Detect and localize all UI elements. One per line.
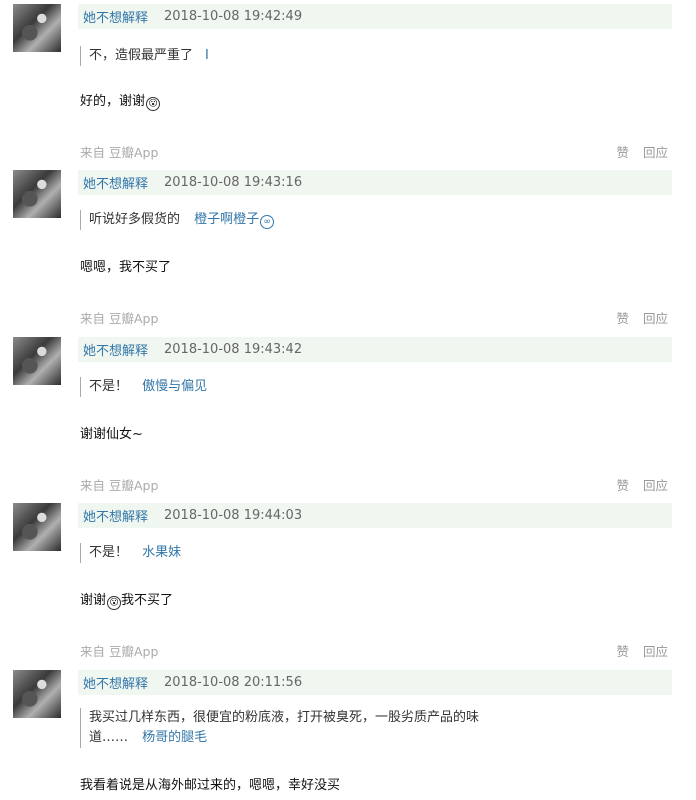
reply-text: 谢谢仙女~ — [80, 427, 143, 442]
comment-actions: 赞 回应 — [606, 308, 668, 327]
avatar[interactable] — [13, 337, 61, 385]
reply-text: 好的，谢谢 😮 — [80, 90, 161, 111]
source-label: 来自 豆瓣App — [80, 478, 159, 493]
comment-item: 她不想解释 2018-10-08 19:43:42 不是！ 傲慢与偏见 谢谢仙女… — [0, 337, 696, 493]
reply-button[interactable]: 回应 — [643, 311, 668, 326]
quote-text-line1: 我买过几样东西，很便宜的粉底液，打开被臭死，一股劣质产品的味 — [89, 710, 480, 725]
reply-button[interactable]: 回应 — [643, 145, 668, 160]
like-button[interactable]: 赞 — [616, 311, 629, 326]
comment-item: 她不想解释 2018-10-08 20:11:56 我买过几样东西，很便宜的粉底… — [0, 670, 696, 800]
reply-body: 好的，谢谢 — [80, 94, 146, 109]
comment-footer: 来自 豆瓣App 赞 回应 — [80, 308, 670, 327]
quoted-comment: 不，造假最严重了 I — [80, 46, 489, 66]
emoji-icon: ∞ — [260, 215, 275, 229]
cursor-icon: I — [205, 48, 209, 63]
quote-text-line2: 道…… — [89, 730, 129, 745]
like-button[interactable]: 赞 — [616, 145, 629, 160]
comment-meta: 她不想解释 2018-10-08 19:43:42 — [78, 337, 672, 362]
comment-item: 她不想解释 2018-10-08 19:43:16 听说好多假货的 橙子啊橙子 ∞… — [0, 170, 696, 326]
reply-text: 谢谢 😮 我不买了 — [80, 589, 173, 610]
comment-time: 2018-10-08 19:43:16 — [164, 175, 303, 190]
avatar[interactable] — [13, 503, 61, 551]
quoted-comment: 听说好多假货的 橙子啊橙子 ∞ — [80, 210, 489, 230]
source-label: 来自 豆瓣App — [80, 644, 159, 659]
quote-author-link[interactable]: 橙子啊橙子 — [194, 212, 259, 227]
quote-author-link[interactable]: 杨哥的腿毛 — [142, 730, 207, 745]
quote-author-link[interactable]: 水果妹 — [142, 545, 181, 560]
comment-actions: 赞 回应 — [606, 142, 668, 161]
quoted-comment: 不是！ 傲慢与偏见 — [80, 377, 489, 397]
comment-actions: 赞 回应 — [606, 475, 668, 494]
comment-feed: 她不想解释 2018-10-08 19:42:49 不，造假最严重了 I 好的，谢… — [0, 0, 696, 800]
comment-actions: 赞 回应 — [606, 641, 668, 660]
author-link[interactable]: 她不想解释 — [83, 173, 148, 192]
reply-button[interactable]: 回应 — [643, 644, 668, 659]
avatar[interactable] — [13, 670, 61, 718]
quote-author-link[interactable]: 傲慢与偏见 — [142, 379, 207, 394]
quote-text: 听说好多假货的 — [89, 212, 181, 227]
author-link[interactable]: 她不想解释 — [83, 506, 148, 525]
source-label: 来自 豆瓣App — [80, 145, 159, 160]
reply-body-tail: 我不买了 — [121, 593, 174, 608]
comment-item: 她不想解释 2018-10-08 19:44:03 不是！ 水果妹 谢谢 😮 我不买… — [0, 503, 696, 659]
quote-text: 不是！ — [89, 379, 129, 394]
quote-text-line2-wrap: 道…… 杨哥的腿毛 — [89, 728, 509, 748]
quoted-comment: 不是！ 水果妹 — [80, 543, 489, 563]
emoji-icon: 😮 — [146, 97, 161, 111]
comment-item: 她不想解释 2018-10-08 19:42:49 不，造假最严重了 I 好的，谢… — [0, 4, 696, 160]
comment-meta: 她不想解释 2018-10-08 19:43:16 — [78, 170, 672, 195]
comment-footer: 来自 豆瓣App 赞 回应 — [80, 641, 670, 660]
comment-meta: 她不想解释 2018-10-08 19:42:49 — [78, 4, 672, 29]
like-button[interactable]: 赞 — [616, 644, 629, 659]
author-link[interactable]: 她不想解释 — [83, 7, 148, 26]
avatar[interactable] — [13, 170, 61, 218]
quoted-comment: 我买过几样东西，很便宜的粉底液，打开被臭死，一股劣质产品的味 道…… 杨哥的腿毛 — [80, 708, 509, 748]
reply-text: 我看着说是从海外邮过来的，嗯嗯，幸好没买 — [80, 778, 341, 793]
comment-time: 2018-10-08 20:11:56 — [164, 675, 303, 690]
comment-footer: 来自 豆瓣App 赞 回应 — [80, 475, 670, 494]
reply-button[interactable]: 回应 — [643, 478, 668, 493]
comment-footer: 来自 豆瓣App 赞 回应 — [80, 142, 670, 161]
comment-meta: 她不想解释 2018-10-08 20:11:56 — [78, 670, 672, 695]
comment-meta: 她不想解释 2018-10-08 19:44:03 — [78, 503, 672, 528]
avatar[interactable] — [13, 4, 61, 52]
source-label: 来自 豆瓣App — [80, 311, 159, 326]
author-link[interactable]: 她不想解释 — [83, 340, 148, 359]
author-link[interactable]: 她不想解释 — [83, 673, 148, 692]
quote-text: 不是！ — [89, 545, 129, 560]
comment-time: 2018-10-08 19:42:49 — [164, 9, 303, 24]
comment-time: 2018-10-08 19:43:42 — [164, 342, 303, 357]
like-button[interactable]: 赞 — [616, 478, 629, 493]
reply-text: 嗯嗯，我不买了 — [80, 260, 172, 275]
emoji-icon: 😮 — [107, 596, 122, 610]
reply-body: 谢谢 — [80, 593, 107, 608]
comment-time: 2018-10-08 19:44:03 — [164, 508, 303, 523]
quote-text: 不，造假最严重了 — [89, 48, 194, 63]
